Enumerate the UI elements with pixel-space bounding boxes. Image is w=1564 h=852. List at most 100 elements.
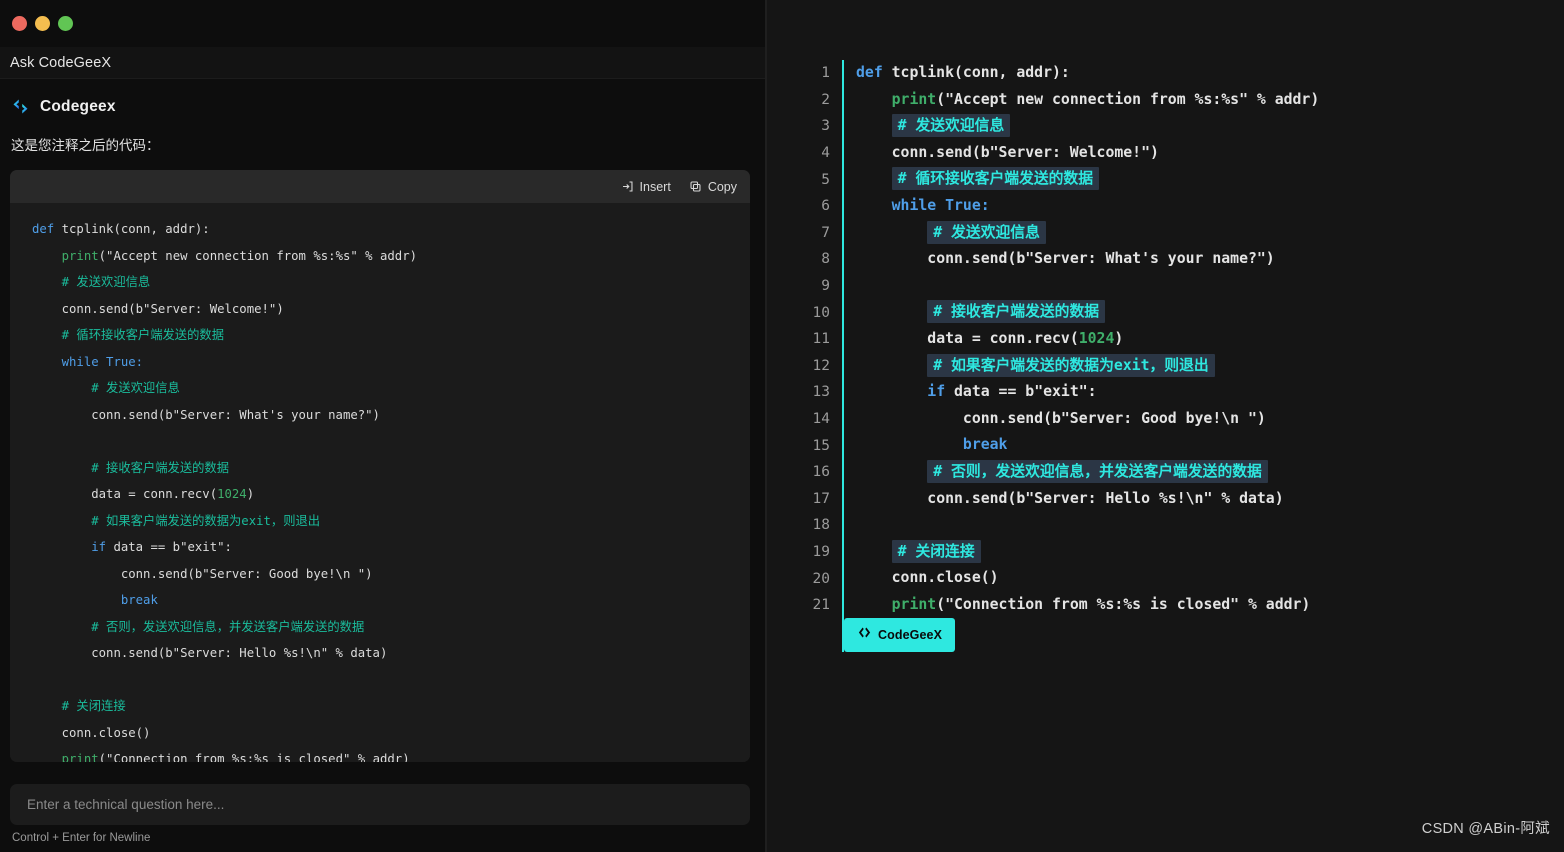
editor-line-content: print("Connection from %s:%s is closed" … xyxy=(891,595,1311,613)
editor-line-content: # 否则，发送欢迎信息，并发送客户端发送的数据 xyxy=(844,459,1564,486)
line-number: 19 xyxy=(812,543,830,560)
editor-line-content: # 循环接收客户端发送的数据 xyxy=(844,166,1564,193)
copy-button[interactable]: Copy xyxy=(689,180,737,194)
line-number: 16 xyxy=(812,464,830,481)
editor-line-content: data = conn.recv(1024) xyxy=(927,329,1124,347)
code-editor[interactable]: 1 def tcplink(conn, addr): 2 print("Accept… xyxy=(767,60,1564,619)
editor-line-content: # 关闭连接 xyxy=(844,539,1564,566)
window-titlebar xyxy=(0,0,765,47)
line-number: 15 xyxy=(812,437,830,454)
editor-line-content: conn.close() xyxy=(891,569,999,587)
editor-line-content: # 如果客户端发送的数据为exit，则退出 xyxy=(844,353,1564,380)
assistant-name: Codegeex xyxy=(40,97,116,115)
editor-line-content xyxy=(844,512,1564,539)
editor-line[interactable]: 14 conn.send(b"Server: Good bye!\n ") xyxy=(767,405,1564,433)
copy-icon xyxy=(689,180,702,193)
editor-line[interactable]: 7 # 发送欢迎信息 xyxy=(767,219,1564,247)
editor-line[interactable]: 20 conn.close() xyxy=(767,565,1564,592)
editor-line[interactable]: 21 print("Connection from %s:%s is close… xyxy=(767,591,1564,619)
highlighted-comment: # 循环接收客户端发送的数据 xyxy=(891,167,1100,191)
code-snippet-content[interactable]: def tcplink(conn, addr): print("Accept n… xyxy=(10,203,750,762)
code-snippet-toolbar: Insert Copy xyxy=(10,170,750,203)
code-line: # 否则，发送欢迎信息，并发送客户端发送的数据 xyxy=(91,619,365,634)
code-line: # 发送欢迎信息 xyxy=(61,275,151,289)
highlighted-comment: # 接收客户端发送的数据 xyxy=(927,300,1106,324)
line-number: 12 xyxy=(812,357,830,374)
line-number: 20 xyxy=(812,570,830,587)
editor-line[interactable]: 15 break xyxy=(767,432,1564,459)
panel-header: Ask CodeGeeX xyxy=(0,47,765,79)
editor-line[interactable]: 1 def tcplink(conn, addr): xyxy=(767,60,1564,87)
question-input-zone: Control + Enter for Newline xyxy=(0,784,765,852)
codegeex-window: Ask CodeGeeX Codegeex 这是您注释之后的代码： Insert… xyxy=(0,0,1564,852)
highlighted-comment: # 如果客户端发送的数据为exit，则退出 xyxy=(927,353,1215,377)
code-line: conn.send(b"Server: Good bye!\n ") xyxy=(120,566,373,581)
code-line: print("Accept new connection from %s:%s"… xyxy=(61,248,418,263)
editor-line-content: # 接收客户端发送的数据 xyxy=(844,299,1564,326)
insert-button[interactable]: Insert xyxy=(621,180,671,194)
line-number: 6 xyxy=(821,198,830,215)
editor-line[interactable]: 17 conn.send(b"Server: Hello %s!\n" % da… xyxy=(767,485,1564,513)
chat-panel: Ask CodeGeeX Codegeex 这是您注释之后的代码： Insert… xyxy=(0,0,765,852)
editor-line[interactable]: 18 xyxy=(767,512,1564,539)
editor-line-content: # 发送欢迎信息 xyxy=(844,113,1564,140)
code-line: # 如果客户端发送的数据为exit，则退出 xyxy=(91,513,321,528)
editor-line[interactable]: 4 conn.send(b"Server: Welcome!") xyxy=(767,139,1564,167)
editor-line-content: while True: xyxy=(891,196,990,214)
editor-line-content: if data == b"exit": xyxy=(927,383,1097,401)
code-line: print("Connection from %s:%s is closed" … xyxy=(61,752,410,762)
code-line: conn.close() xyxy=(61,725,151,740)
code-line: if data == b"exit": xyxy=(91,540,232,554)
line-number: 4 xyxy=(821,145,830,162)
insert-arrow-icon xyxy=(621,180,634,193)
maximize-window-button[interactable] xyxy=(58,16,73,31)
codegeex-code-icon xyxy=(857,626,872,644)
editor-line[interactable]: 10 # 接收客户端发送的数据 xyxy=(767,299,1564,326)
line-number: 3 xyxy=(821,118,830,135)
editor-line-content: conn.send(b"Server: Good bye!\n ") xyxy=(962,409,1266,427)
question-input[interactable] xyxy=(10,784,750,825)
minimize-window-button[interactable] xyxy=(35,16,50,31)
code-line: # 接收客户端发送的数据 xyxy=(91,460,230,475)
editor-line[interactable]: 8 conn.send(b"Server: What's your name?"… xyxy=(767,246,1564,273)
editor-line[interactable]: 5 # 循环接收客户端发送的数据 xyxy=(767,166,1564,193)
line-number: 10 xyxy=(812,304,830,321)
line-number: 18 xyxy=(812,517,830,534)
close-window-button[interactable] xyxy=(12,16,27,31)
line-number: 13 xyxy=(812,384,830,401)
editor-line-content: conn.send(b"Server: Hello %s!\n" % data) xyxy=(927,489,1284,507)
editor-line-content: def tcplink(conn, addr): xyxy=(856,64,1070,81)
highlighted-comment: # 否则，发送欢迎信息，并发送客户端发送的数据 xyxy=(927,459,1268,483)
line-number: 5 xyxy=(821,171,830,188)
editor-line-content: print("Accept new connection from %s:%s"… xyxy=(891,90,1320,108)
line-number: 21 xyxy=(812,597,830,614)
assistant-message: 这是您注释之后的代码： xyxy=(11,138,160,153)
editor-line[interactable]: 12 # 如果客户端发送的数据为exit，则退出 xyxy=(767,352,1564,380)
code-line: data = conn.recv(1024) xyxy=(91,487,255,501)
watermark: CSDN @ABin-阿斌 xyxy=(1421,821,1550,837)
editor-line[interactable]: 13 if data == b"exit": xyxy=(767,379,1564,406)
line-number: 1 xyxy=(821,65,830,82)
editor-line[interactable]: 16 # 否则，发送欢迎信息，并发送客户端发送的数据 xyxy=(767,458,1564,486)
highlighted-comment: # 发送欢迎信息 xyxy=(891,114,1011,138)
editor-line[interactable]: 11 data = conn.recv(1024) xyxy=(767,325,1564,353)
highlighted-comment: # 发送欢迎信息 xyxy=(927,220,1046,244)
editor-line[interactable]: 9 xyxy=(767,272,1564,300)
editor-line[interactable]: 3 # 发送欢迎信息 xyxy=(767,113,1564,140)
assistant-identity-row: Codegeex xyxy=(10,96,750,117)
editor-line[interactable]: 19 # 关闭连接 xyxy=(767,538,1564,566)
code-line: # 发送欢迎信息 xyxy=(91,381,180,395)
editor-line[interactable]: 2 print("Accept new connection from %s:%… xyxy=(767,86,1564,114)
codegeex-badge-row: CodeGeeX xyxy=(767,618,1564,653)
line-number: 11 xyxy=(812,331,830,348)
code-line: def tcplink(conn, addr): xyxy=(32,222,210,236)
codegeex-badge-label: CodeGeeX xyxy=(878,628,943,643)
code-line: while True: xyxy=(61,354,144,369)
code-snippet-block: Insert Copy def tcplink(conn, addr): pri… xyxy=(10,170,750,762)
line-number: 9 xyxy=(821,278,830,295)
editor-line[interactable]: 6 while True: xyxy=(767,192,1564,220)
code-line: conn.send(b"Server: What's your name?") xyxy=(91,407,380,422)
page-title: Ask CodeGeeX xyxy=(10,54,112,71)
codegeex-badge[interactable]: CodeGeeX xyxy=(844,618,956,653)
